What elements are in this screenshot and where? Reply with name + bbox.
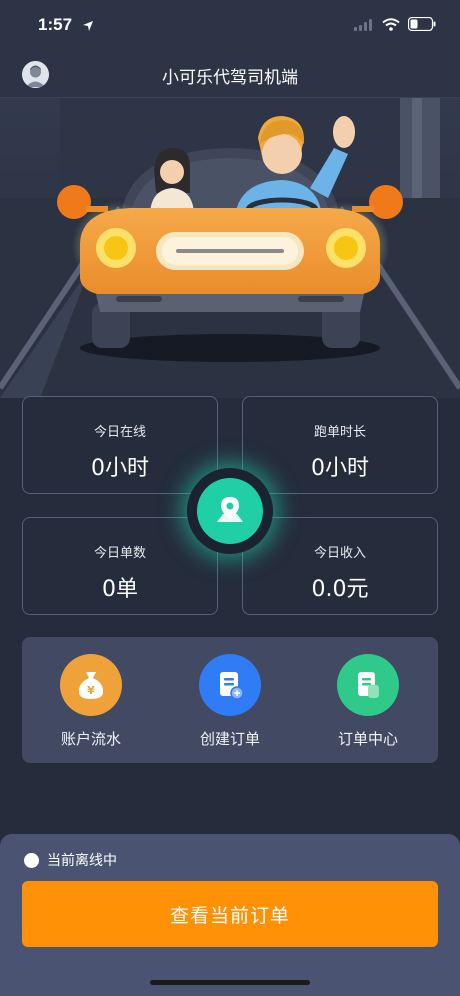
header: 小可乐代驾司机端 xyxy=(0,50,460,98)
action-label: 创建订单 xyxy=(199,730,260,748)
status-bar: 1:57 xyxy=(0,0,460,50)
stat-online-today: 今日在线 0小时 xyxy=(22,396,218,494)
location-pin-icon xyxy=(197,478,263,544)
stats-panel: 今日在线 0小时 跑单时长 0小时 今日单数 0单 今日收入 0.0元 xyxy=(22,396,438,616)
order-center-button[interactable]: 订单中心 xyxy=(308,654,428,749)
quick-actions: ¥ 账户流水 创建订单 订单中心 xyxy=(22,637,438,763)
wifi-icon xyxy=(382,16,400,35)
action-label: 账户流水 xyxy=(60,730,121,748)
status-time: 1:57 xyxy=(38,15,73,34)
home-indicator xyxy=(150,980,310,985)
stat-value: 0单 xyxy=(102,577,138,602)
page-title: 小可乐代驾司机端 xyxy=(162,68,298,88)
stat-label: 跑单时长 xyxy=(313,425,366,440)
create-order-icon xyxy=(199,654,261,716)
stat-value: 0小时 xyxy=(91,456,149,481)
create-order-button[interactable]: 创建订单 xyxy=(170,654,290,749)
money-bag-icon: ¥ xyxy=(60,654,122,716)
battery-icon xyxy=(407,16,436,35)
bottom-panel: 当前离线中 查看当前订单 xyxy=(0,834,460,996)
online-status-text: 当前离线中 xyxy=(47,853,117,869)
hero-illustration xyxy=(0,98,460,398)
stat-orders-today: 今日单数 0单 xyxy=(22,517,218,615)
view-current-orders-button[interactable]: 查看当前订单 xyxy=(22,881,438,947)
order-center-icon xyxy=(337,654,399,716)
location-badge[interactable] xyxy=(187,468,273,554)
stat-label: 今日在线 xyxy=(93,425,146,440)
car-driver-illustration xyxy=(0,98,460,398)
status-dot-icon xyxy=(24,852,39,868)
svg-text:¥: ¥ xyxy=(87,684,95,697)
location-arrow-icon xyxy=(82,17,94,36)
stat-running-duration: 跑单时长 0小时 xyxy=(242,396,438,494)
stat-value: 0.0元 xyxy=(311,577,369,602)
stat-label: 今日收入 xyxy=(313,546,366,561)
stat-value: 0小时 xyxy=(311,456,369,481)
stat-income-today: 今日收入 0.0元 xyxy=(242,517,438,615)
online-status-toggle[interactable]: 当前离线中 xyxy=(24,850,117,870)
signal-icon xyxy=(354,16,374,35)
account-flow-button[interactable]: ¥ 账户流水 xyxy=(31,654,151,749)
action-label: 订单中心 xyxy=(337,730,398,748)
stat-label: 今日单数 xyxy=(93,546,146,561)
